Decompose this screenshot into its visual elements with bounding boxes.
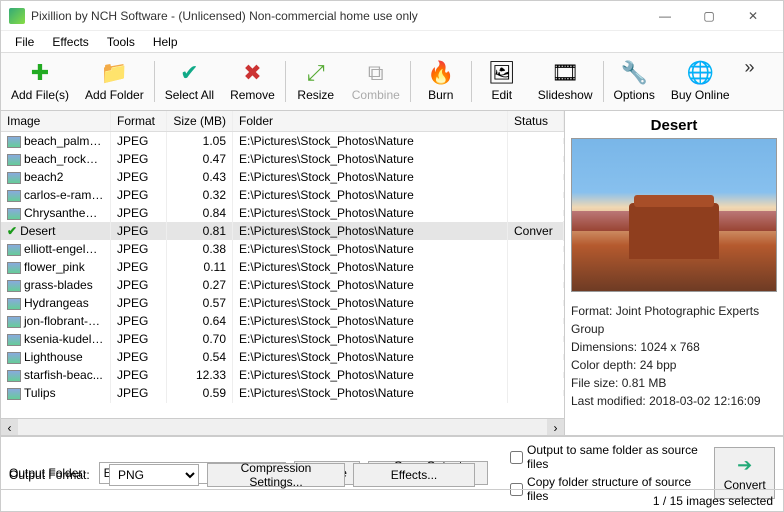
- globe-icon: 🌐: [686, 59, 714, 87]
- col-image[interactable]: Image: [1, 111, 111, 131]
- table-row[interactable]: HydrangeasJPEG0.57E:\Pictures\Stock_Phot…: [1, 294, 564, 312]
- check-icon: ✔: [7, 224, 17, 238]
- col-status[interactable]: Status: [508, 111, 564, 131]
- titlebar: Pixillion by NCH Software - (Unlicensed)…: [1, 1, 783, 31]
- thumbnail-icon: [7, 190, 21, 202]
- table-row[interactable]: grass-bladesJPEG0.27E:\Pictures\Stock_Ph…: [1, 276, 564, 294]
- thumbnail-icon: [7, 280, 21, 292]
- bottom-panel: Output Folder: Browse Open Output Folder…: [1, 436, 783, 489]
- plus-icon: ✚: [26, 59, 54, 87]
- scroll-right-arrow[interactable]: ›: [547, 419, 564, 435]
- menubar: File Effects Tools Help: [1, 31, 783, 53]
- effects-button[interactable]: Effects...: [353, 463, 475, 487]
- table-row[interactable]: jon-flobrant-6...JPEG0.64E:\Pictures\Sto…: [1, 312, 564, 330]
- edit-button[interactable]: 🖼Edit: [474, 57, 530, 106]
- thumbnail-icon: [7, 262, 21, 274]
- menu-help[interactable]: Help: [145, 33, 186, 51]
- options-icon: 🔧: [620, 59, 648, 87]
- compression-button[interactable]: Compression Settings...: [207, 463, 345, 487]
- col-format[interactable]: Format: [111, 111, 167, 131]
- selection-status: 1 / 15 images selected: [653, 494, 773, 508]
- buy-online-button[interactable]: 🌐Buy Online: [663, 57, 738, 106]
- add-folder-button[interactable]: 📁Add Folder: [77, 57, 152, 106]
- thumbnail-icon: [7, 298, 21, 310]
- resize-button[interactable]: ⤢Resize: [288, 57, 344, 106]
- horizontal-scrollbar[interactable]: ‹ ›: [1, 418, 564, 435]
- resize-icon: ⤢: [302, 59, 330, 87]
- grid-header: Image Format Size (MB) Folder Status: [1, 111, 564, 132]
- check-icon: ✔: [175, 59, 203, 87]
- thumbnail-icon: [7, 370, 21, 382]
- combine-icon: ⧉: [362, 59, 390, 87]
- remove-button[interactable]: ✖Remove: [222, 57, 283, 106]
- thumbnail-icon: [7, 208, 21, 220]
- minimize-button[interactable]: —: [643, 2, 687, 30]
- output-format-label: Output Format:: [9, 468, 101, 482]
- preview-title: Desert: [571, 115, 777, 138]
- table-row[interactable]: flower_pinkJPEG0.11E:\Pictures\Stock_Pho…: [1, 258, 564, 276]
- slideshow-button[interactable]: 🎞Slideshow: [530, 57, 601, 106]
- window-title: Pixillion by NCH Software - (Unlicensed)…: [31, 9, 643, 23]
- table-row[interactable]: elliott-engelm...JPEG0.38E:\Pictures\Sto…: [1, 240, 564, 258]
- menu-effects[interactable]: Effects: [44, 33, 96, 51]
- table-row[interactable]: starfish-beac...JPEG12.33E:\Pictures\Sto…: [1, 366, 564, 384]
- table-row[interactable]: carlos-e-ramir...JPEG0.32E:\Pictures\Sto…: [1, 186, 564, 204]
- table-row[interactable]: ✔DesertJPEG0.81E:\Pictures\Stock_Photos\…: [1, 222, 564, 240]
- preview-pane: Desert Format: Joint Photographic Expert…: [565, 111, 783, 435]
- thumbnail-icon: [7, 352, 21, 364]
- edit-icon: 🖼: [488, 59, 516, 87]
- file-grid: Image Format Size (MB) Folder Status bea…: [1, 111, 565, 435]
- toolbar: ✚Add File(s) 📁Add Folder ✔Select All ✖Re…: [1, 53, 783, 111]
- table-row[interactable]: beach_palm_t...JPEG1.05E:\Pictures\Stock…: [1, 132, 564, 150]
- preview-image: [571, 138, 777, 292]
- thumbnail-icon: [7, 388, 21, 400]
- thumbnail-icon: [7, 334, 21, 346]
- remove-icon: ✖: [238, 59, 266, 87]
- select-all-button[interactable]: ✔Select All: [157, 57, 222, 106]
- table-row[interactable]: LighthouseJPEG0.54E:\Pictures\Stock_Phot…: [1, 348, 564, 366]
- col-size[interactable]: Size (MB): [167, 111, 233, 131]
- menu-tools[interactable]: Tools: [99, 33, 143, 51]
- toolbar-overflow[interactable]: »: [738, 57, 762, 78]
- close-button[interactable]: ✕: [731, 2, 775, 30]
- preview-metadata: Format: Joint Photographic Experts Group…: [571, 302, 777, 410]
- maximize-button[interactable]: ▢: [687, 2, 731, 30]
- add-files-button[interactable]: ✚Add File(s): [3, 57, 77, 106]
- statusbar: 1 / 15 images selected: [1, 489, 783, 511]
- burn-button[interactable]: 🔥Burn: [413, 57, 469, 106]
- output-format-select[interactable]: PNG: [109, 464, 199, 486]
- burn-icon: 🔥: [427, 59, 455, 87]
- table-row[interactable]: beach2JPEG0.43E:\Pictures\Stock_Photos\N…: [1, 168, 564, 186]
- combine-button[interactable]: ⧉Combine: [344, 57, 408, 106]
- scroll-left-arrow[interactable]: ‹: [1, 419, 18, 435]
- thumbnail-icon: [7, 316, 21, 328]
- app-icon: [9, 8, 25, 24]
- menu-file[interactable]: File: [7, 33, 42, 51]
- folder-plus-icon: 📁: [100, 59, 128, 87]
- table-row[interactable]: beach_rocks_...JPEG0.47E:\Pictures\Stock…: [1, 150, 564, 168]
- options-button[interactable]: 🔧Options: [606, 57, 663, 106]
- table-row[interactable]: ksenia-kudelki...JPEG0.70E:\Pictures\Sto…: [1, 330, 564, 348]
- table-row[interactable]: ChrysanthemumJPEG0.84E:\Pictures\Stock_P…: [1, 204, 564, 222]
- thumbnail-icon: [7, 244, 21, 256]
- convert-icon: ➔: [737, 455, 752, 476]
- thumbnail-icon: [7, 136, 21, 148]
- col-folder[interactable]: Folder: [233, 111, 508, 131]
- slideshow-icon: 🎞: [551, 59, 579, 87]
- thumbnail-icon: [7, 172, 21, 184]
- table-row[interactable]: TulipsJPEG0.59E:\Pictures\Stock_Photos\N…: [1, 384, 564, 402]
- thumbnail-icon: [7, 154, 21, 166]
